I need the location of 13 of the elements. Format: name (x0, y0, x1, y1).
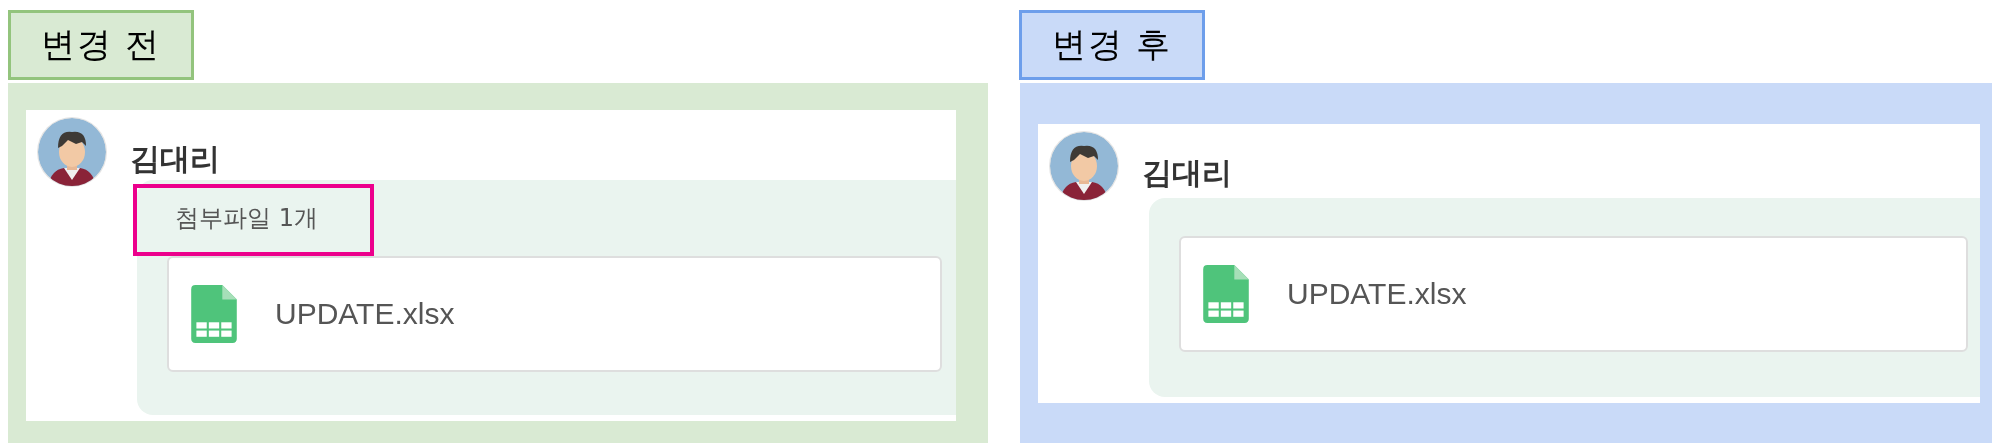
file-name: UPDATE.xlsx (1287, 277, 1467, 311)
spreadsheet-icon (191, 285, 237, 343)
panel-label: 변경 후 (1019, 10, 1205, 80)
user-name: 김대리 (1142, 153, 1232, 192)
file-card[interactable]: UPDATE.xlsx (1179, 236, 1968, 352)
avatar-icon (1048, 130, 1120, 202)
file-name: UPDATE.xlsx (275, 297, 455, 331)
attachment-count: 첨부파일 1개 (133, 184, 374, 256)
panel-label: 변경 전 (8, 10, 194, 80)
file-card[interactable]: UPDATE.xlsx (167, 256, 942, 372)
avatar-icon (36, 116, 108, 188)
user-name: 김대리 (130, 139, 220, 178)
spreadsheet-icon (1203, 265, 1249, 323)
